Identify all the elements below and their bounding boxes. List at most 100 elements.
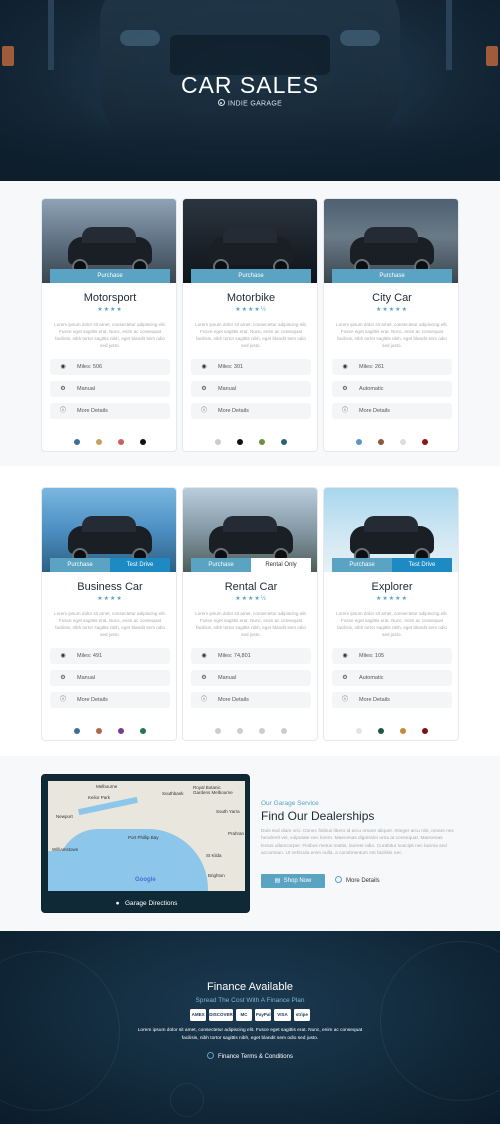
- finance-terms-link[interactable]: Finance Terms & Conditions: [0, 1052, 500, 1060]
- color-swatch[interactable]: [237, 728, 243, 734]
- car-photo: Purchase Test Drive: [324, 488, 458, 572]
- purchase-button[interactable]: Purchase: [191, 269, 311, 283]
- car-photo: Purchase Test Drive: [42, 488, 176, 572]
- test-drive-button[interactable]: Test Drive: [392, 558, 452, 572]
- speedometer-icon: ◉: [60, 653, 66, 659]
- map-label: Port Phillip Bay: [128, 835, 159, 840]
- car-photo: Purchase: [324, 199, 458, 283]
- rental-only-button[interactable]: Rental Only: [251, 558, 311, 572]
- spec-text: More Details: [77, 697, 108, 703]
- spec-row[interactable]: ⓘ More Details: [191, 403, 311, 419]
- color-options: [324, 721, 458, 739]
- color-swatch[interactable]: [118, 439, 124, 445]
- color-options: [183, 721, 317, 739]
- garage-directions-button[interactable]: ● Garage Directions: [42, 893, 249, 912]
- rating-stars: ★★★★★: [376, 596, 408, 602]
- finance-description: Lorem ipsum dolor sit amet, consectetur …: [137, 1028, 363, 1041]
- color-options: [42, 721, 176, 739]
- color-swatch[interactable]: [356, 439, 362, 445]
- spec-text: Miles: 301: [218, 364, 244, 370]
- spec-row: ◉ Miles: 74,801: [191, 648, 311, 664]
- spec-row: ◉ Miles: 506: [50, 359, 170, 375]
- spec-row: ⚙ Manual: [50, 381, 170, 397]
- color-swatch[interactable]: [140, 728, 146, 734]
- color-swatch[interactable]: [74, 439, 80, 445]
- color-swatch[interactable]: [140, 439, 146, 445]
- spec-row: ⚙ Manual: [191, 670, 311, 686]
- hero-banner: CAR SALES INDIE GARAGE: [0, 0, 500, 181]
- spec-text: Manual: [218, 675, 237, 681]
- color-swatch[interactable]: [118, 728, 124, 734]
- color-swatch[interactable]: [96, 439, 102, 445]
- spec-row[interactable]: ⓘ More Details: [50, 692, 170, 708]
- purchase-button[interactable]: Purchase: [332, 558, 392, 572]
- spec-row[interactable]: ⓘ More Details: [50, 403, 170, 419]
- shop-now-button[interactable]: ▤ Shop Now: [261, 874, 325, 888]
- map-label: Royal Botanic Gardens Melbourne: [193, 785, 233, 795]
- car-description: Lorem ipsum dolor sit amet, consectetur …: [336, 611, 448, 637]
- hero-subtitle: INDIE GARAGE: [0, 99, 500, 108]
- color-swatch[interactable]: [378, 728, 384, 734]
- color-swatch[interactable]: [215, 439, 221, 445]
- light-post: [48, 0, 54, 70]
- color-swatch[interactable]: [422, 439, 428, 445]
- spec-text: More Details: [359, 408, 390, 414]
- test-drive-button[interactable]: Test Drive: [110, 558, 170, 572]
- purchase-button[interactable]: Purchase: [332, 269, 452, 283]
- color-swatch[interactable]: [400, 728, 406, 734]
- purchase-button[interactable]: Purchase: [50, 558, 110, 572]
- spec-row[interactable]: ⓘ More Details: [332, 403, 452, 419]
- color-swatch[interactable]: [74, 728, 80, 734]
- spec-row[interactable]: ⓘ More Details: [191, 692, 311, 708]
- spec-row[interactable]: ⓘ More Details: [332, 692, 452, 708]
- cart-icon: ▤: [274, 878, 281, 884]
- car-photo: Purchase: [42, 199, 176, 283]
- spec-text: Miles: 506: [77, 364, 103, 370]
- speedometer-icon: ◉: [201, 653, 207, 659]
- hero-subtitle-text: INDIE GARAGE: [227, 100, 283, 108]
- color-swatch[interactable]: [237, 439, 243, 445]
- color-swatch[interactable]: [281, 728, 287, 734]
- card-actions: Purchase Test Drive: [50, 558, 170, 572]
- car-title: City Car: [372, 292, 412, 304]
- card-actions: Purchase: [50, 269, 170, 283]
- mastercard-icon: MC: [235, 1009, 253, 1021]
- color-swatch[interactable]: [259, 728, 265, 734]
- car-photo: Purchase Rental Only: [183, 488, 317, 572]
- color-swatch[interactable]: [378, 439, 384, 445]
- hero-road: [0, 121, 500, 181]
- dealership-map[interactable]: Melbourne Keilor Park Newport Williamsto…: [48, 781, 245, 891]
- speedometer-icon: ◉: [342, 364, 348, 370]
- color-swatch[interactable]: [400, 439, 406, 445]
- service-kicker: Our Garage Service: [261, 800, 319, 807]
- purchase-button[interactable]: Purchase: [50, 269, 170, 283]
- google-logo: Google: [135, 877, 156, 883]
- color-swatch[interactable]: [96, 728, 102, 734]
- spec-row: ◉ Miles: 105: [332, 648, 452, 664]
- rating-stars: ★★★★★: [376, 307, 408, 313]
- car-title: Rental Car: [224, 581, 278, 593]
- card-actions: Purchase: [332, 269, 452, 283]
- spec-text: Manual: [77, 675, 96, 681]
- dealership-title: Find Our Dealerships: [261, 809, 375, 823]
- color-swatch[interactable]: [259, 439, 265, 445]
- engine-decoration: [380, 941, 500, 1101]
- car-card: Purchase Test Drive Business Car ★★★★ Lor…: [41, 487, 177, 741]
- more-details-link[interactable]: More Details: [335, 874, 380, 888]
- color-swatch[interactable]: [356, 728, 362, 734]
- seal-decoration: [170, 1083, 204, 1117]
- spec-row: ⚙ Automatic: [332, 381, 452, 397]
- map-label: St Kilda: [206, 853, 222, 858]
- card-actions: Purchase Test Drive: [332, 558, 452, 572]
- map-label: Prahran: [228, 831, 245, 836]
- hero-title: CAR SALES: [180, 72, 320, 98]
- rating-stars: ★★★★: [97, 596, 123, 602]
- car-card: Purchase Motorbike ★★★★½ Lorem ipsum dol…: [182, 198, 318, 452]
- info-icon: ⓘ: [59, 408, 66, 414]
- circle-icon: [335, 875, 342, 883]
- color-swatch[interactable]: [281, 439, 287, 445]
- spec-text: Manual: [218, 386, 237, 392]
- color-swatch[interactable]: [422, 728, 428, 734]
- purchase-button[interactable]: Purchase: [191, 558, 251, 572]
- color-swatch[interactable]: [215, 728, 221, 734]
